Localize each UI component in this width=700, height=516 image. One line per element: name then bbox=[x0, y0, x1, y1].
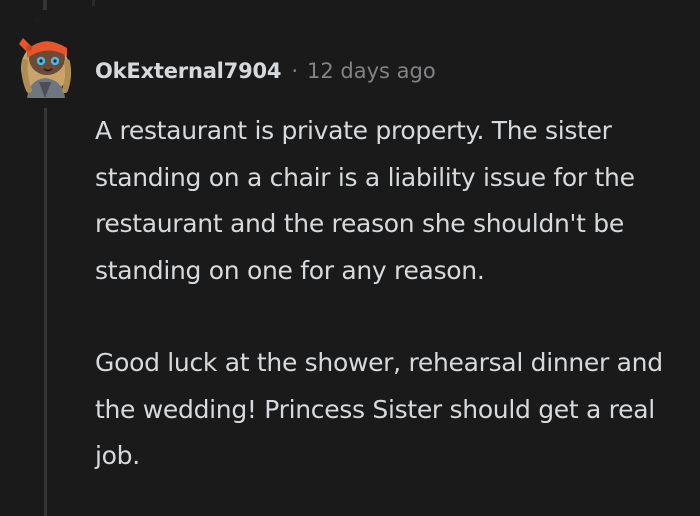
comment-paragraph: Good luck at the shower, rehearsal dinne… bbox=[95, 348, 663, 470]
thread-collapse-line[interactable] bbox=[44, 108, 47, 516]
comment-header: OkExternal7904 · 12 days ago bbox=[95, 56, 436, 86]
user-avatar-icon[interactable] bbox=[17, 14, 77, 100]
meta-separator: · bbox=[291, 59, 299, 83]
comment-timestamp[interactable]: 12 days ago bbox=[307, 59, 436, 83]
thread-line-top[interactable] bbox=[43, 0, 47, 10]
comment-paragraph: A restaurant is private property. The si… bbox=[95, 116, 635, 285]
username-link[interactable]: OkExternal7904 bbox=[95, 59, 282, 83]
comment-body: A restaurant is private property. The si… bbox=[95, 108, 685, 480]
thread-line-parent[interactable] bbox=[92, 0, 95, 6]
